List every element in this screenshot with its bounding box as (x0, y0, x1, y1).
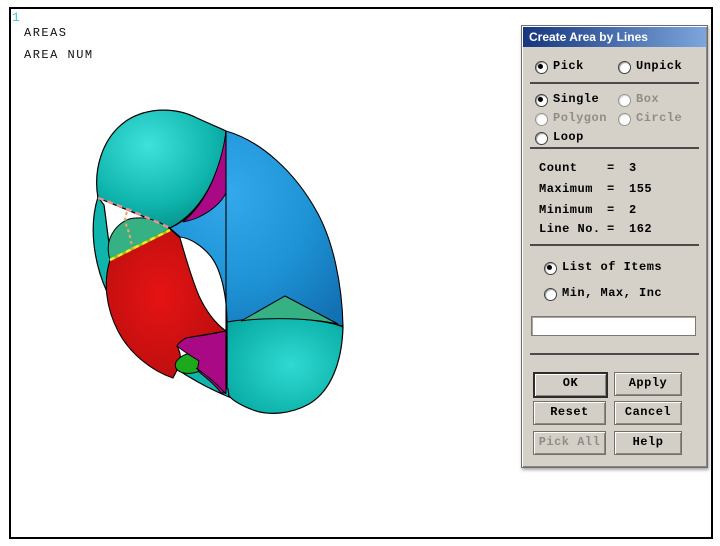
min-max-inc-row: Min, Max, Inc (522, 286, 707, 302)
min-max-inc-radio[interactable] (544, 288, 557, 301)
ansys-graphics-window: 1 AREAS AREA NUM Create Area by Lines Pi… (0, 0, 720, 546)
stat-minimum: Minimum = 2 (539, 203, 701, 219)
reset-button[interactable]: Reset (533, 401, 606, 425)
cancel-button[interactable]: Cancel (614, 401, 682, 425)
unpick-radio-label: Unpick (636, 59, 683, 73)
unpick-radio[interactable] (618, 61, 631, 74)
separator (530, 353, 699, 355)
polygon-radio (535, 113, 548, 126)
list-of-items-label: List of Items (562, 260, 663, 274)
separator (530, 147, 699, 149)
mode-row-3: Loop (522, 130, 707, 146)
area-outer-bottom-teal[interactable] (226, 316, 344, 414)
box-radio-label: Box (636, 92, 660, 106)
mode-row-1: Single Box (522, 92, 707, 108)
stat-count: Count = 3 (539, 161, 701, 177)
dialog-titlebar[interactable]: Create Area by Lines (523, 27, 706, 47)
single-radio[interactable] (535, 94, 548, 107)
pick-list-input[interactable] (531, 316, 696, 336)
stat-label: Count (539, 161, 578, 175)
ok-button[interactable]: OK (533, 372, 608, 398)
stat-equals: = (607, 182, 615, 196)
pick-all-button: Pick All (533, 431, 606, 455)
loop-radio-label: Loop (553, 130, 584, 144)
stat-value: 155 (629, 182, 653, 196)
apply-button[interactable]: Apply (614, 372, 682, 396)
stat-label: Maximum (539, 182, 593, 196)
create-area-by-lines-dialog: Create Area by Lines Pick Unpick Single … (521, 25, 708, 468)
stat-value: 2 (629, 203, 637, 217)
list-of-items-row: List of Items (522, 260, 707, 276)
pick-radio-label: Pick (553, 59, 584, 73)
mode-row-2: Polygon Circle (522, 111, 707, 127)
stat-maximum: Maximum = 155 (539, 182, 701, 198)
stat-label: Line No. (539, 222, 601, 236)
polygon-radio-label: Polygon (553, 111, 607, 125)
box-radio (618, 94, 631, 107)
separator (530, 244, 699, 246)
single-radio-label: Single (553, 92, 600, 106)
stat-equals: = (607, 222, 615, 236)
pick-radio[interactable] (535, 61, 548, 74)
stat-label: Minimum (539, 203, 593, 217)
list-of-items-radio[interactable] (544, 262, 557, 275)
separator (530, 82, 699, 84)
stat-value: 3 (629, 161, 637, 175)
circle-radio-label: Circle (636, 111, 683, 125)
min-max-inc-label: Min, Max, Inc (562, 286, 663, 300)
pick-unpick-row: Pick Unpick (522, 59, 707, 75)
loop-radio[interactable] (535, 132, 548, 145)
stat-value: 162 (629, 222, 653, 236)
help-button[interactable]: Help (614, 431, 682, 455)
stat-equals: = (607, 203, 615, 217)
stat-equals: = (607, 161, 615, 175)
stat-line-no: Line No. = 162 (539, 222, 701, 238)
circle-radio (618, 113, 631, 126)
